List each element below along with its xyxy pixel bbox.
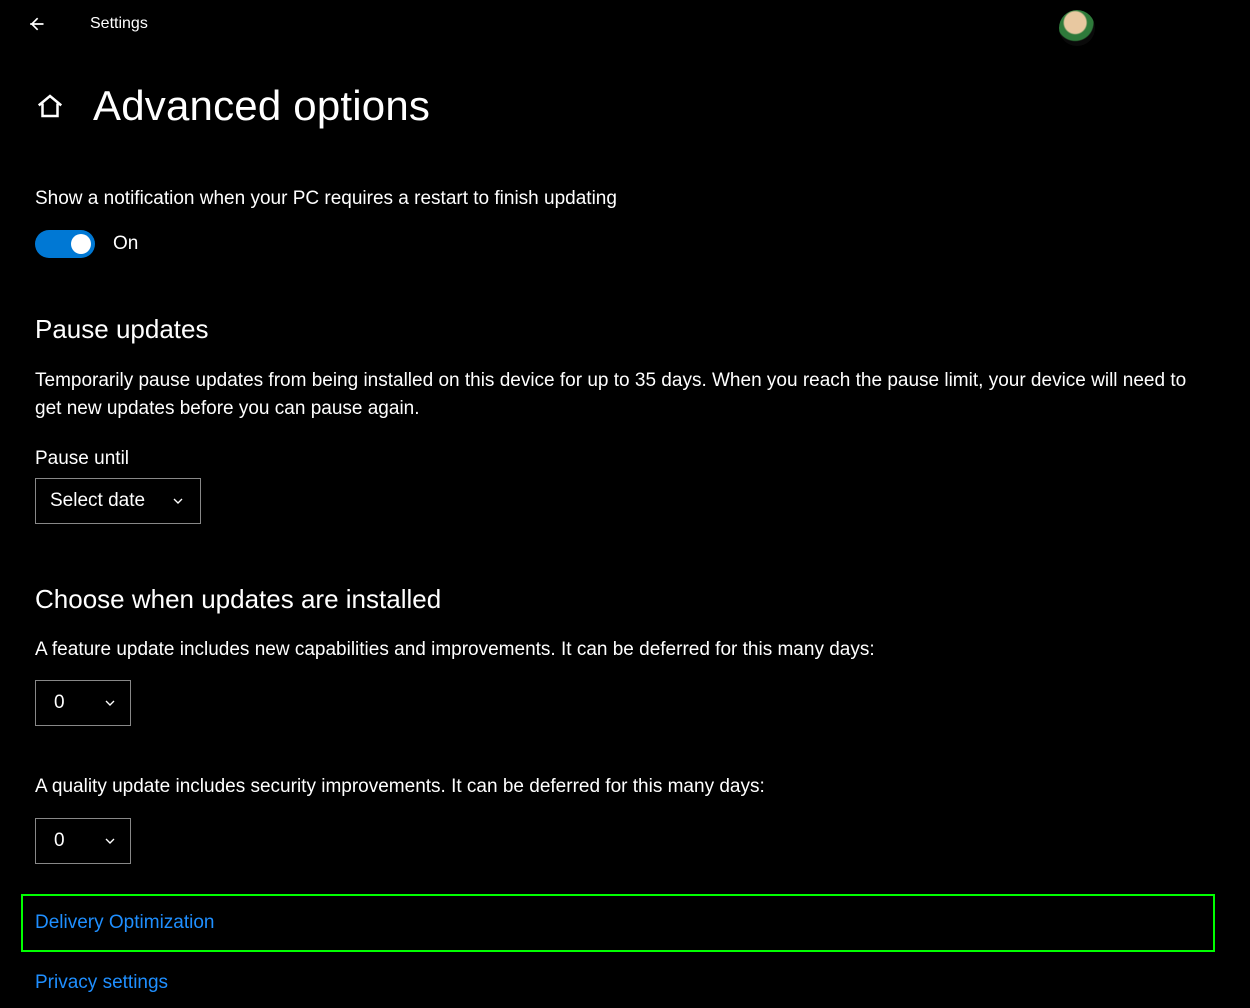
toggle-knob	[71, 234, 91, 254]
privacy-settings-link[interactable]: Privacy settings	[35, 958, 1215, 1008]
notify-restart-toggle[interactable]	[35, 230, 95, 258]
quality-defer-dropdown[interactable]: 0	[35, 818, 131, 864]
notify-restart-toggle-row: On	[35, 230, 1215, 258]
chevron-down-icon	[102, 695, 118, 711]
notify-restart-state: On	[113, 233, 138, 255]
page-title: Advanced options	[93, 82, 430, 130]
notify-restart-label: Show a notification when your PC require…	[35, 186, 1215, 212]
back-button[interactable]	[22, 10, 50, 38]
pause-until-label: Pause until	[35, 448, 1215, 470]
user-avatar[interactable]	[1059, 10, 1095, 46]
quality-update-label: A quality update includes security impro…	[35, 774, 1215, 800]
home-icon[interactable]	[35, 91, 65, 121]
pause-until-value: Select date	[50, 490, 145, 512]
pause-until-dropdown[interactable]: Select date	[35, 478, 201, 524]
pause-updates-heading: Pause updates	[35, 314, 1215, 345]
pause-updates-description: Temporarily pause updates from being ins…	[35, 367, 1210, 424]
choose-when-heading: Choose when updates are installed	[35, 584, 1215, 615]
page-header: Advanced options	[35, 82, 1215, 130]
delivery-optimization-link[interactable]: Delivery Optimization	[35, 912, 215, 934]
app-title: Settings	[90, 15, 148, 33]
link-group: Delivery Optimization Privacy settings	[35, 894, 1215, 1008]
feature-defer-value: 0	[54, 692, 65, 714]
content-area: Advanced options Show a notification whe…	[0, 48, 1250, 1008]
chevron-down-icon	[170, 493, 186, 509]
quality-defer-value: 0	[54, 830, 65, 852]
delivery-optimization-highlight: Delivery Optimization	[21, 894, 1215, 952]
chevron-down-icon	[102, 833, 118, 849]
feature-update-label: A feature update includes new capabiliti…	[35, 637, 1215, 663]
feature-defer-dropdown[interactable]: 0	[35, 680, 131, 726]
arrow-left-icon	[26, 14, 46, 34]
